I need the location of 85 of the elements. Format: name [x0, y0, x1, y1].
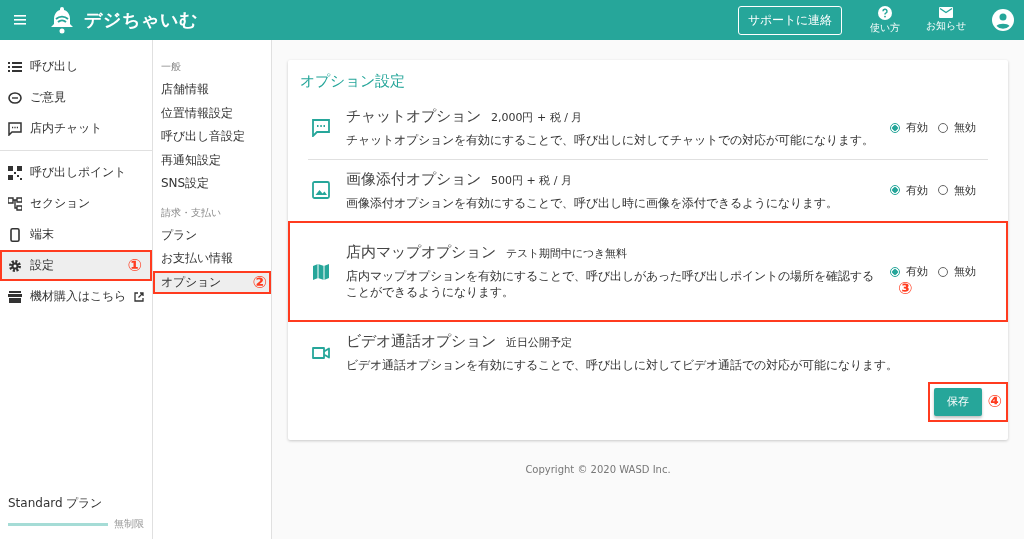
bell-logo-icon	[50, 6, 74, 34]
callout-number: ④	[987, 393, 1002, 411]
radio-label: 有効	[906, 182, 928, 198]
radio-button[interactable]	[890, 185, 900, 196]
radio-label: 有効	[906, 120, 928, 136]
option-name: ビデオ通話オプション	[346, 332, 496, 352]
nav-item[interactable]: 端末	[0, 219, 152, 250]
settings-icon	[8, 258, 22, 273]
store-icon	[8, 289, 22, 304]
envelope-icon	[939, 7, 953, 18]
radio-label: 無効	[954, 182, 976, 198]
plan-limit: 無制限	[114, 517, 144, 531]
settings-menu-item[interactable]: 再通知設定	[153, 148, 271, 172]
option-description: チャットオプションを有効にすることで、呼び出しに対してチャットでの対応が可能になります。	[346, 133, 874, 149]
nav-item[interactable]: 設定 ①	[0, 250, 152, 281]
option-description: 画像添付オプションを有効にすることで、呼び出し時に画像を添付できるようになります。	[346, 195, 839, 212]
option-price: 500円 + 税 / 月	[491, 172, 572, 188]
nav-item[interactable]: 呼び出し	[0, 51, 152, 82]
menu-label: 位置情報設定	[161, 104, 233, 122]
option-price: 2,000円 + 税 / 月	[491, 110, 583, 125]
account-icon[interactable]	[992, 9, 1014, 31]
nav-label: 呼び出し	[30, 58, 78, 75]
image-icon	[312, 181, 330, 200]
card-title: オプション設定	[300, 72, 406, 91]
radio-label: 無効	[954, 120, 976, 136]
menu-label: お支払い情報	[161, 250, 233, 268]
radio-label: 有効	[906, 264, 928, 280]
menu-label: 店舗情報	[161, 81, 209, 99]
option-description: 店内マップオプションを有効にすることで、呼び出しがあった呼び出しポイントの場所を確認することができるようになります。	[346, 269, 874, 301]
menu-label: オプション	[161, 273, 221, 291]
callout-number: ③	[898, 280, 913, 298]
nav-item[interactable]: 機材購入はこちら	[0, 281, 152, 312]
nav-label: 呼び出しポイント	[30, 164, 126, 181]
nav-label: 機材購入はこちら	[30, 288, 126, 305]
settings-menu-item[interactable]: 位置情報設定	[153, 101, 271, 125]
nav-item[interactable]: 店内チャット	[0, 113, 152, 144]
nav-label: 店内チャット	[30, 120, 102, 137]
menu-label: 再通知設定	[161, 151, 221, 169]
option-description: ビデオ通話オプションを有効にすることで、呼び出しに対してビデオ通話での対応が可能になります。	[346, 358, 899, 374]
nav-label: 端末	[30, 226, 54, 243]
menu-icon[interactable]	[14, 15, 28, 25]
option-name: 店内マップオプション	[346, 243, 496, 263]
option-price: テスト期間中につき無料	[506, 246, 627, 262]
radio-label: 無効	[954, 264, 976, 280]
settings-menu-item[interactable]: オプション ②	[153, 270, 271, 294]
callout-number: ②	[252, 273, 267, 291]
menu-label: SNS設定	[161, 175, 210, 193]
radio-option[interactable]: 有効	[890, 264, 928, 280]
menu-list-icon	[8, 59, 22, 74]
qr-icon	[8, 165, 22, 180]
option-name: 画像添付オプション	[346, 169, 481, 189]
callout-number: ①	[127, 257, 142, 274]
menu-heading: 一般	[160, 60, 182, 74]
app-logo: デジちゃいむ	[84, 8, 198, 32]
nav-label: ご意見	[30, 89, 66, 106]
radio-button[interactable]	[890, 266, 900, 277]
radio-button[interactable]	[890, 122, 900, 133]
nav-label: 設定	[30, 257, 54, 274]
chat-icon	[312, 118, 330, 137]
nav-item[interactable]: 呼び出しポイント	[0, 157, 152, 188]
menu-label: 呼び出し音設定	[161, 128, 245, 146]
nav-item[interactable]: セクション	[0, 188, 152, 219]
help-icon	[878, 5, 892, 20]
settings-menu-item[interactable]: SNS設定	[153, 172, 271, 196]
option-name: チャットオプション	[346, 107, 481, 126]
hierarchy-icon	[8, 196, 22, 211]
nav-item[interactable]: ご意見	[0, 82, 152, 113]
settings-menu-item[interactable]: プラン	[153, 223, 271, 247]
settings-menu-item[interactable]: お支払い情報	[153, 247, 271, 271]
option-price: 近日公開予定	[506, 335, 572, 351]
nav-label: セクション	[30, 195, 90, 212]
phone-icon	[8, 227, 22, 242]
settings-menu-item[interactable]: 呼び出し音設定	[153, 125, 271, 149]
menu-label: プラン	[161, 226, 197, 244]
radio-option[interactable]: 無効	[938, 120, 976, 136]
radio-option[interactable]: 無効	[938, 182, 976, 198]
copyright-text: Copyright © 2020 WASD Inc.	[525, 463, 671, 475]
radio-option[interactable]: 有効	[890, 182, 928, 198]
map-icon	[312, 262, 330, 281]
plan-name: Standard プラン	[8, 495, 104, 512]
menu-heading: 請求・支払い	[160, 205, 222, 220]
radio-option[interactable]: 無効	[938, 264, 976, 280]
radio-option[interactable]: 有効	[890, 120, 928, 136]
settings-menu-item[interactable]: 店舗情報	[153, 78, 271, 102]
chat-icon	[8, 121, 22, 136]
